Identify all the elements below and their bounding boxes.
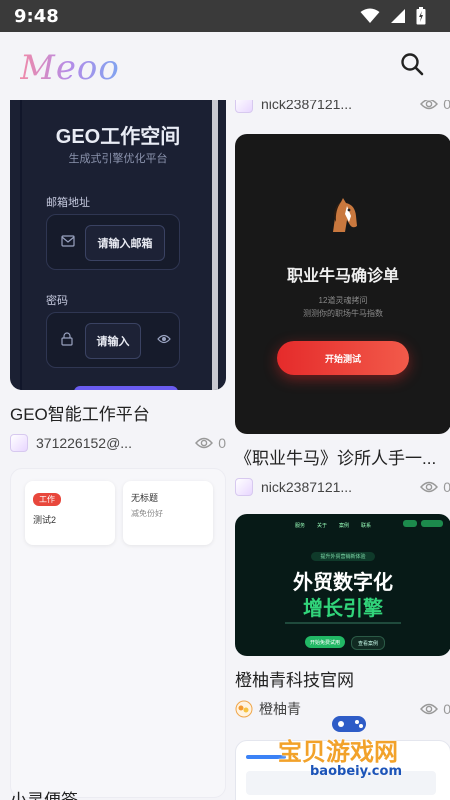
email-field: 请输入邮箱	[46, 214, 180, 270]
cellular-icon	[391, 9, 405, 23]
project-meta: 371226152@... 0	[10, 433, 226, 453]
search-icon[interactable]	[400, 52, 424, 76]
app-header: Meoo	[0, 32, 450, 100]
project-thumbnail[interactable]: GEO工作空间 生成式引擎优化平台 邮箱地址 请输入邮箱 密码 请输入	[10, 100, 226, 390]
geo-heading: GEO工作空间	[55, 126, 181, 148]
geo-subheading: 生成式引擎优化平台	[68, 153, 168, 165]
author-name: nick2387121...	[261, 100, 353, 112]
tech-secondary-button: 查看案例	[351, 636, 385, 650]
tech-nav-item: 案例	[339, 523, 350, 529]
author-avatar	[235, 478, 253, 496]
eye-icon	[157, 334, 171, 344]
eye-icon	[420, 703, 439, 715]
note-text: 测试2	[33, 515, 57, 525]
view-count: 0	[420, 701, 450, 717]
tech-nav-item: 联系	[361, 523, 372, 529]
view-count-value: 0	[443, 701, 450, 717]
tech-nav-item: 关于	[317, 523, 328, 529]
password-label: 密码	[46, 295, 68, 307]
password-input: 请输入	[85, 323, 141, 359]
lock-icon	[61, 332, 73, 346]
horse-icon	[333, 198, 357, 232]
project-title[interactable]: 《职业牛马》诊所人手一...	[235, 444, 450, 469]
project-meta: nick2387121... 0	[235, 100, 450, 114]
mamu-line1: 12道灵魂拷问	[318, 296, 368, 305]
battery-icon	[416, 7, 426, 25]
project-card-notes[interactable]: 工作 测试2 无标题 减免份好 小灵便签	[10, 468, 226, 800]
project-meta: 橙柚青 0	[235, 699, 450, 719]
author-avatar	[10, 434, 28, 452]
tech-nav: 服务 关于 案例 联系	[295, 522, 371, 529]
note-text: 减免份好	[131, 509, 163, 518]
eye-icon	[195, 437, 214, 449]
note-preview-card: 工作 测试2	[25, 481, 115, 545]
note-tag: 工作	[33, 493, 61, 506]
status-time: 9:48	[14, 6, 59, 27]
author-name: 橙柚青	[259, 701, 301, 717]
project-thumbnail[interactable]: 服务 关于 案例 联系 提升外贸营销新体验 外贸数字化 增长引擎 开始免费试用 …	[235, 514, 450, 656]
project-card-partial[interactable]: nick2387121... 0	[235, 100, 450, 114]
wifi-icon	[360, 8, 380, 23]
feed-column-right: nick2387121... 0 职业牛马确诊单 12道灵魂拷问 测测你的职场牛…	[235, 100, 450, 800]
project-thumbnail[interactable]: 工作 测试2 无标题 减免份好	[10, 468, 226, 798]
tech-primary-button: 开始免费试用	[305, 636, 345, 648]
view-count-value: 0	[443, 100, 450, 112]
project-card-tech[interactable]: 服务 关于 案例 联系 提升外贸营销新体验 外贸数字化 增长引擎 开始免费试用 …	[235, 514, 450, 719]
project-thumbnail[interactable]	[235, 740, 450, 800]
author-name: 371226152@...	[36, 435, 132, 451]
project-title[interactable]: 橙柚青科技官网	[235, 666, 450, 691]
feed-column-left: GEO工作空间 生成式引擎优化平台 邮箱地址 请输入邮箱 密码 请输入 GEO智…	[10, 100, 226, 800]
email-label: 邮箱地址	[46, 197, 90, 209]
view-count: 0	[195, 435, 226, 451]
status-bar: 9:48	[0, 0, 450, 32]
tech-heading-2: 增长引擎	[303, 598, 383, 620]
view-count-value: 0	[218, 435, 226, 451]
note-title: 无标题	[131, 493, 159, 503]
mail-icon	[61, 235, 75, 247]
project-title[interactable]: 小灵便签	[10, 786, 226, 800]
password-field: 请输入	[46, 312, 180, 368]
eye-icon	[420, 481, 439, 493]
view-count: 0	[420, 100, 450, 112]
view-count: 0	[420, 479, 450, 495]
view-count-value: 0	[443, 479, 450, 495]
project-thumbnail[interactable]: 职业牛马确诊单 12道灵魂拷问 测测你的职场牛马指数 开始测试	[235, 134, 450, 434]
project-meta: nick2387121... 0	[235, 477, 450, 497]
tech-badge: 提升外贸营销新体验	[311, 552, 375, 561]
email-input: 请输入邮箱	[85, 225, 165, 261]
status-icons	[360, 7, 426, 25]
login-button-preview	[74, 386, 178, 390]
start-test-button: 开始测试	[277, 341, 409, 375]
note-preview-card: 无标题 减免份好	[123, 481, 213, 545]
project-card-mamu[interactable]: 职业牛马确诊单 12道灵魂拷问 测测你的职场牛马指数 开始测试 《职业牛马》诊所…	[235, 134, 450, 497]
app-logo: Meoo	[20, 48, 120, 88]
eye-icon	[420, 100, 439, 110]
project-card-partial[interactable]	[235, 740, 450, 800]
author-name: nick2387121...	[261, 479, 353, 495]
mamu-line2: 测测你的职场牛马指数	[303, 309, 383, 318]
tech-heading-1: 外贸数字化	[293, 572, 393, 594]
project-title[interactable]: GEO智能工作平台	[10, 400, 226, 425]
mamu-heading: 职业牛马确诊单	[286, 268, 399, 285]
author-avatar	[235, 100, 253, 113]
author-avatar	[235, 700, 253, 718]
project-card-geo[interactable]: GEO工作空间 生成式引擎优化平台 邮箱地址 请输入邮箱 密码 请输入 GEO智…	[10, 100, 226, 453]
tech-nav-item: 服务	[295, 523, 306, 529]
